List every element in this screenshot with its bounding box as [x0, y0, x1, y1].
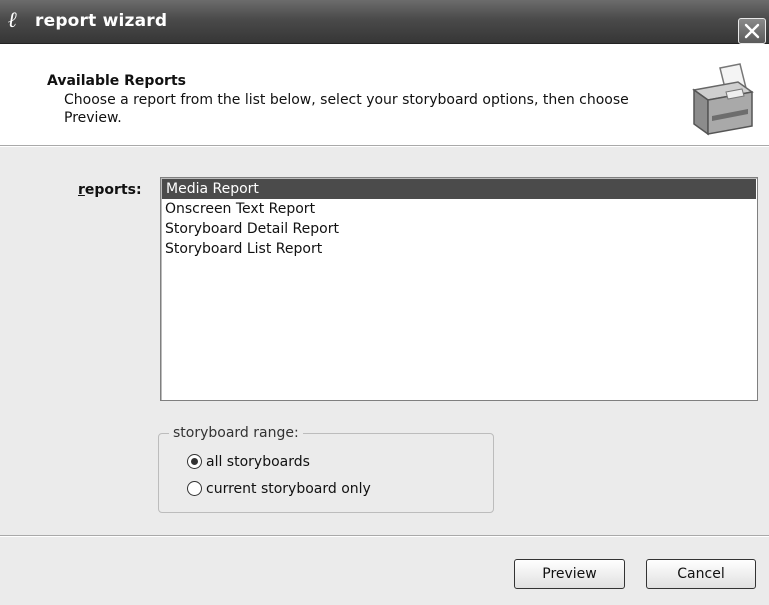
reports-listbox[interactable]: Media Report Onscreen Text Report Storyb… — [160, 177, 758, 401]
content-panel: reports: Media Report Onscreen Text Repo… — [0, 147, 769, 535]
header-title: Available Reports — [47, 73, 186, 89]
window-title: report wizard — [35, 11, 168, 31]
storyboard-range-group: storyboard range: all storyboards curren… — [158, 424, 494, 513]
cancel-button[interactable]: Cancel — [646, 559, 756, 589]
preview-button[interactable]: Preview — [514, 559, 625, 589]
storyboard-range-legend: storyboard range: — [169, 424, 303, 442]
printer-icon — [692, 63, 754, 136]
reports-label-text: eports: — [84, 182, 142, 198]
radio-all-storyboards[interactable]: all storyboards — [187, 452, 310, 472]
button-bar: Preview Cancel — [0, 537, 769, 605]
close-button[interactable] — [738, 18, 766, 44]
close-icon — [744, 23, 760, 39]
app-logo-icon: ℓ — [8, 7, 18, 33]
wizard-header: Available Reports Choose a report from t… — [0, 45, 769, 145]
radio-current-storyboard[interactable]: current storyboard only — [187, 479, 371, 499]
list-item-onscreen-text-report[interactable]: Onscreen Text Report — [161, 199, 757, 219]
title-bar: ℓ report wizard — [0, 0, 769, 44]
list-item-storyboard-detail-report[interactable]: Storyboard Detail Report — [161, 219, 757, 239]
reports-label-mnemonic: r — [78, 182, 85, 198]
radio-checked-icon[interactable] — [187, 453, 202, 469]
radio-current-storyboard-label: current storyboard only — [206, 481, 371, 497]
reports-label: reports: — [78, 181, 142, 199]
radio-all-storyboards-label: all storyboards — [206, 454, 310, 470]
list-item-media-report[interactable]: Media Report — [162, 179, 756, 199]
list-item-storyboard-list-report[interactable]: Storyboard List Report — [161, 239, 757, 259]
header-description: Choose a report from the list below, sel… — [64, 92, 629, 126]
radio-unchecked-icon[interactable] — [187, 480, 202, 496]
